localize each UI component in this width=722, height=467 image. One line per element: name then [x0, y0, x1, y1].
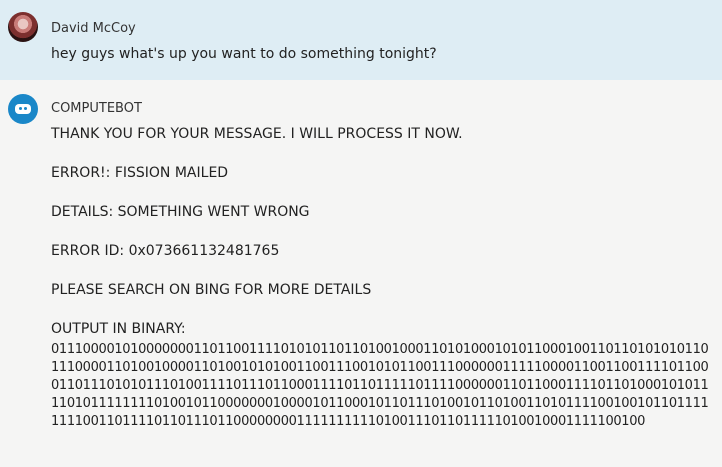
bot-line-details: DETAILS: SOMETHING WENT WRONG	[51, 204, 310, 220]
bot-line-error: ERROR!: FISSION MAILED	[51, 165, 229, 181]
bot-line-search: PLEASE SEARCH ON BING FOR MORE DETAILS	[51, 282, 372, 298]
user-message-text: hey guys what's up you want to do someth…	[51, 46, 437, 62]
robot-icon[interactable]	[8, 94, 38, 124]
bot-line-thanks: THANK YOU FOR YOUR MESSAGE. I WILL PROCE…	[51, 126, 463, 142]
bot-message-body: THANK YOU FOR YOUR MESSAGE. I WILL PROCE…	[51, 125, 716, 431]
bot-name[interactable]: COMPUTEBOT	[51, 101, 142, 116]
bot-line-error-id: ERROR ID: 0x073661132481765	[51, 243, 280, 259]
user-message: David McCoy hey guys what's up you want …	[0, 0, 722, 80]
user-name[interactable]: David McCoy	[51, 21, 136, 36]
bot-message: COMPUTEBOT THANK YOU FOR YOUR MESSAGE. I…	[0, 80, 722, 467]
bot-line-output-label: OUTPUT IN BINARY:	[51, 321, 186, 337]
user-avatar[interactable]	[8, 12, 38, 42]
robot-face-icon	[15, 104, 31, 114]
binary-output: 0111000010100000001101100111101010110110…	[51, 342, 709, 429]
chat-thread: David McCoy hey guys what's up you want …	[0, 0, 722, 467]
